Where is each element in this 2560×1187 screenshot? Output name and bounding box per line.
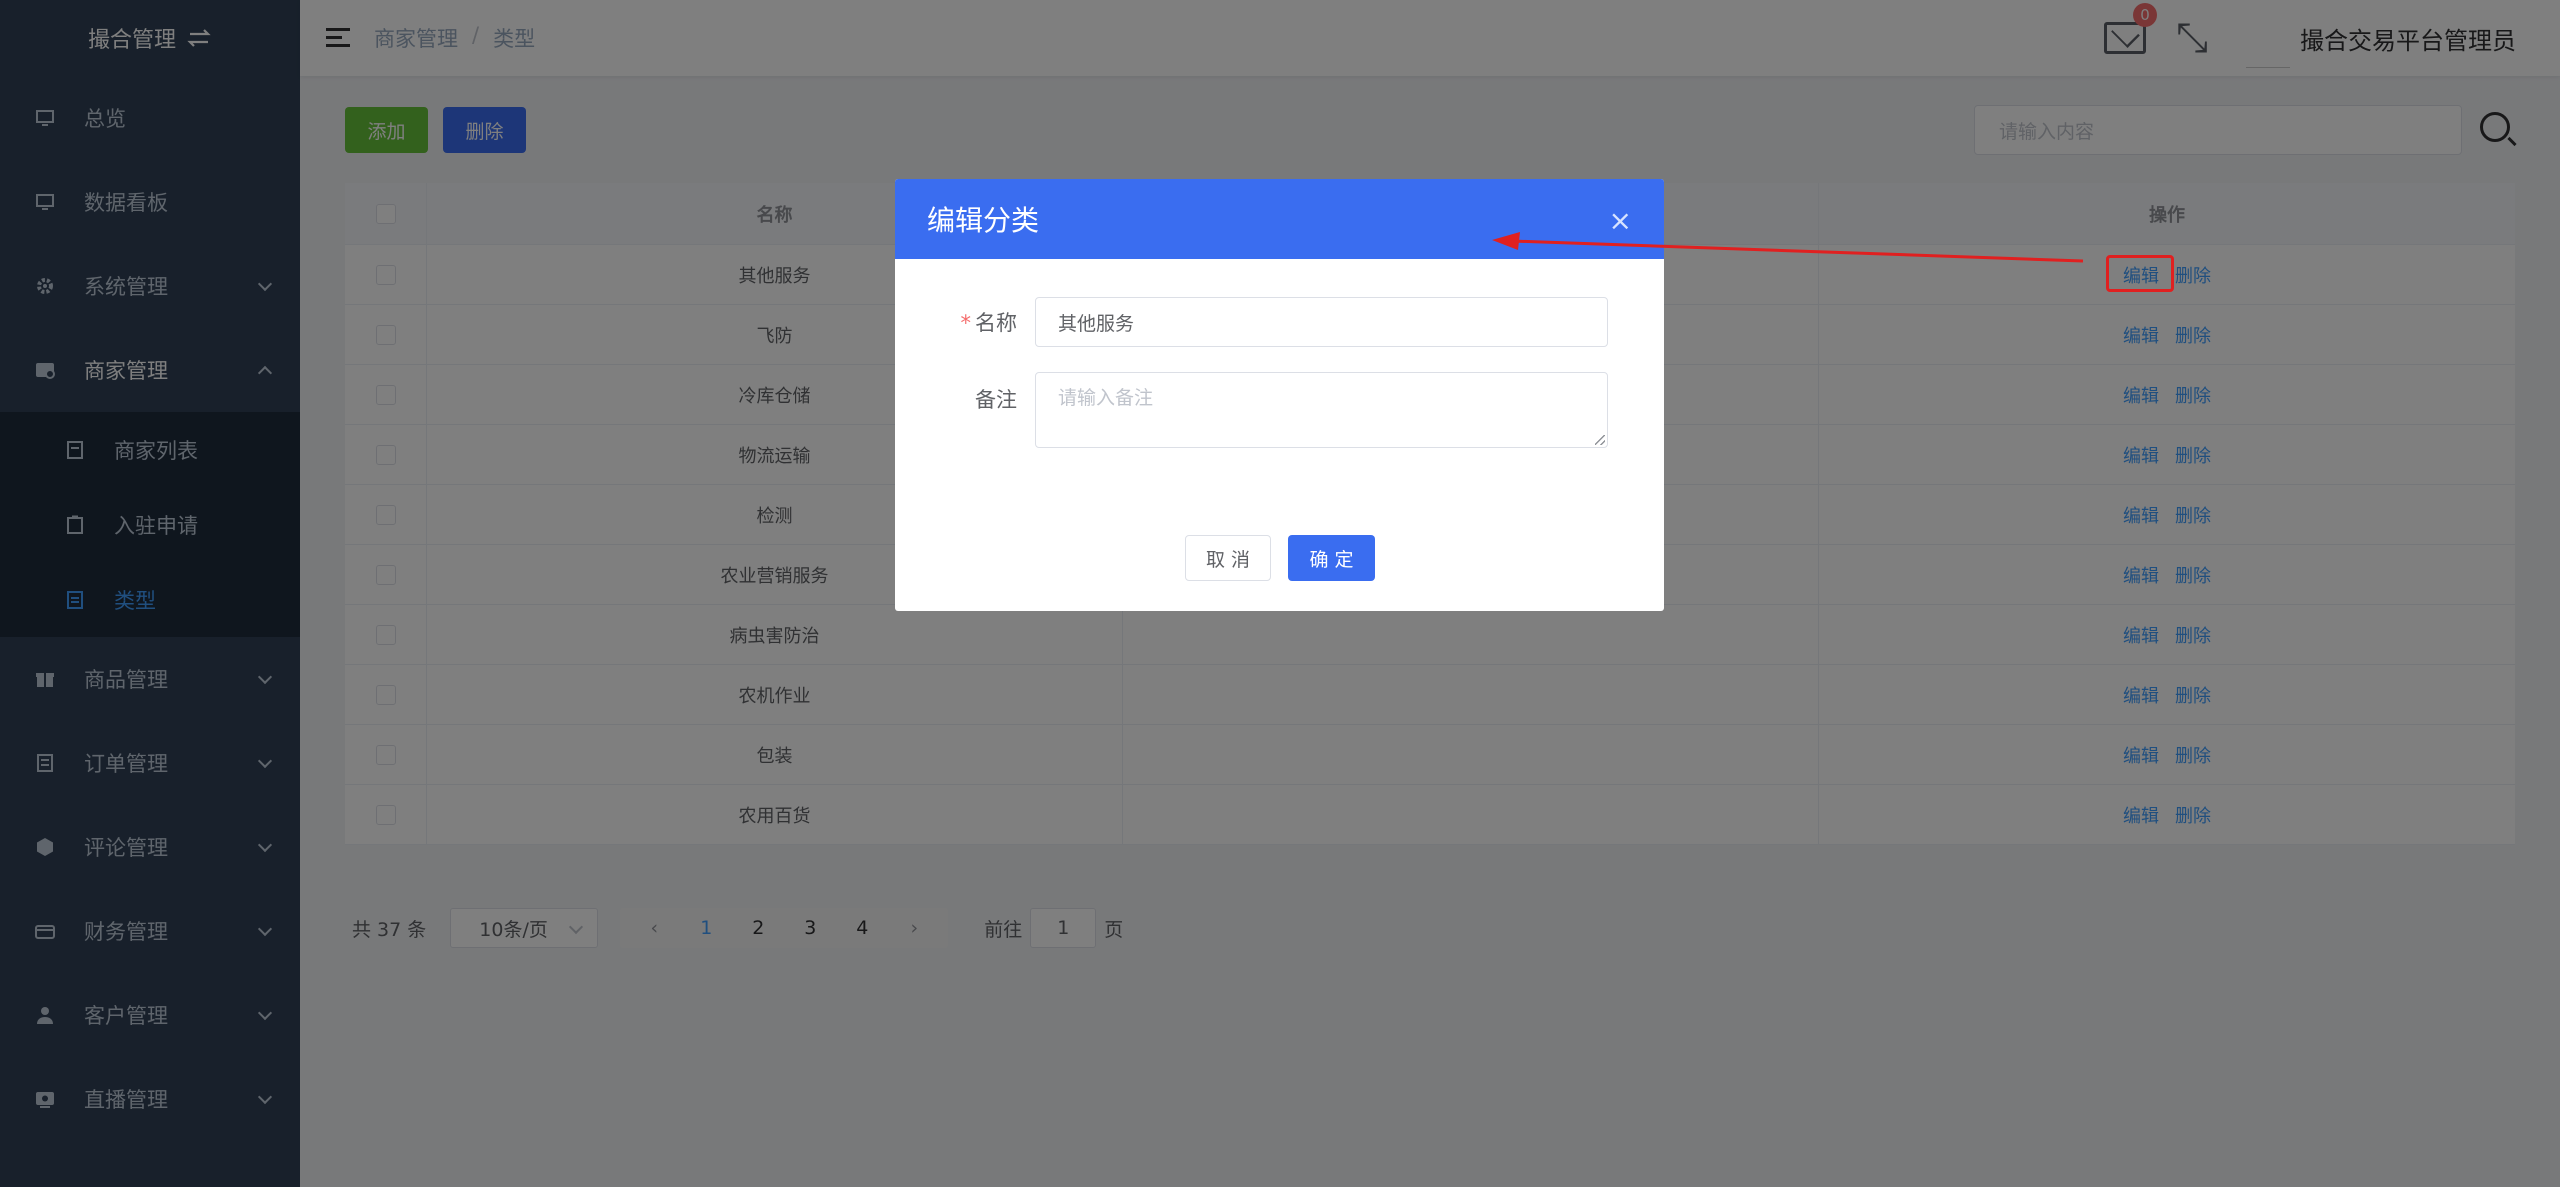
remark-label: 备注	[975, 388, 1017, 412]
confirm-button[interactable]: 确 定	[1288, 535, 1375, 581]
name-label: * 名称	[960, 311, 1018, 335]
dialog-title: 编辑分类	[927, 204, 1040, 237]
remark-form-row: 备注 请输入备注	[895, 372, 1608, 448]
close-icon[interactable]: ×	[1609, 207, 1632, 235]
edit-category-dialog: 编辑分类 × * 名称 其他服务 备注 请输入备注 取 消 确 定	[895, 179, 1664, 611]
required-mark: *	[960, 311, 972, 335]
name-field[interactable]: 其他服务	[1035, 297, 1608, 347]
dialog-header: 编辑分类 ×	[895, 179, 1664, 259]
name-form-row: * 名称 其他服务	[895, 297, 1608, 347]
cancel-button[interactable]: 取 消	[1185, 535, 1271, 581]
annotation-highlight-box	[2106, 255, 2174, 292]
remark-textarea[interactable]: 请输入备注	[1035, 372, 1608, 448]
